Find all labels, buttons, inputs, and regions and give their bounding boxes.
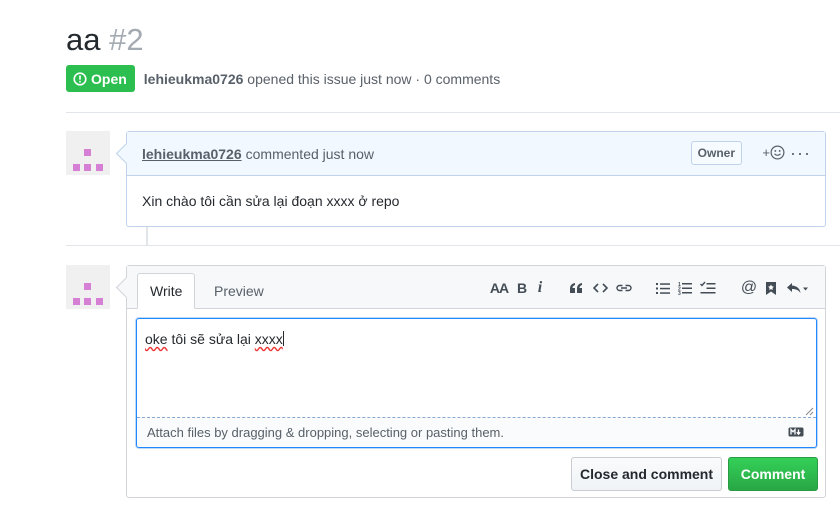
smiley-icon — [770, 145, 785, 160]
avatar[interactable] — [66, 265, 110, 309]
owner-badge: Owner — [690, 141, 742, 165]
timeline-line — [146, 227, 148, 245]
italic-icon[interactable]: i — [533, 278, 547, 298]
issue-opened-icon — [73, 71, 87, 86]
link-icon[interactable] — [615, 278, 633, 298]
resize-handle-icon[interactable] — [804, 406, 814, 416]
new-comment-form: Write Preview AA B i 123 @ oke tôi sẽ sử… — [126, 265, 826, 498]
issue-state-label: Open — [91, 70, 127, 87]
numbered-list-icon[interactable]: 123 — [677, 278, 693, 298]
issue-author-link[interactable]: lehieukma0726 — [144, 71, 244, 87]
tab-write[interactable]: Write — [137, 273, 196, 309]
svg-text:3: 3 — [678, 291, 681, 295]
timeline-divider — [66, 245, 840, 246]
comment-submit-button[interactable]: Comment — [728, 457, 818, 491]
bulleted-list-icon[interactable] — [655, 278, 671, 298]
mention-icon[interactable]: @ — [741, 278, 757, 298]
kebab-menu-icon[interactable]: ··· — [790, 143, 811, 163]
add-reaction-button[interactable]: + — [762, 145, 785, 160]
comment-timestamp: commented just now — [245, 145, 375, 162]
comment-header: lehieukma0726 commented just now Owner +… — [127, 132, 825, 176]
comment-author-link[interactable]: lehieukma0726 — [142, 146, 242, 162]
markdown-toolbar: AA B i 123 @ — [489, 278, 809, 298]
issue-title-text: aa — [66, 22, 101, 57]
issue-title: aa #2 — [66, 22, 144, 58]
markdown-icon[interactable] — [788, 427, 804, 437]
bold-icon[interactable]: B — [515, 278, 529, 298]
comment-body: Xin chào tôi cần sửa lại đoạn xxxx ở rep… — [142, 193, 400, 209]
file-attach-bar[interactable]: Attach files by dragging & dropping, sel… — [137, 417, 816, 447]
issue-summary-text: opened this issue just now · 0 comments — [247, 70, 501, 87]
comment-form-header: Write Preview AA B i 123 @ — [127, 266, 825, 309]
issue-summary: lehieukma0726 opened this issue just now… — [144, 71, 500, 87]
reaction-plus: + — [762, 145, 770, 160]
comment-textarea[interactable] — [137, 319, 816, 418]
file-attach-hint: Attach files by dragging & dropping, sel… — [147, 425, 504, 440]
issue-comment: lehieukma0726 commented just now Owner +… — [126, 131, 826, 227]
comment-textarea-wrapper: oke tôi sẽ sửa lại xxxx Attach files by … — [136, 318, 817, 448]
task-list-icon[interactable] — [699, 278, 717, 298]
tab-preview[interactable]: Preview — [198, 273, 280, 309]
quote-icon[interactable] — [567, 278, 585, 298]
avatar[interactable] — [66, 131, 110, 175]
code-icon[interactable] — [591, 278, 609, 298]
header-divider — [66, 112, 840, 113]
issue-number: #2 — [109, 22, 144, 57]
header-icon[interactable]: AA — [489, 278, 509, 298]
close-and-comment-button[interactable]: Close and comment — [571, 457, 722, 491]
issue-state-badge: Open — [66, 65, 135, 92]
saved-reply-icon[interactable] — [763, 278, 779, 298]
reply-arrow-icon[interactable] — [785, 278, 809, 298]
issue-meta: Open lehieukma0726 opened this issue jus… — [66, 65, 500, 92]
